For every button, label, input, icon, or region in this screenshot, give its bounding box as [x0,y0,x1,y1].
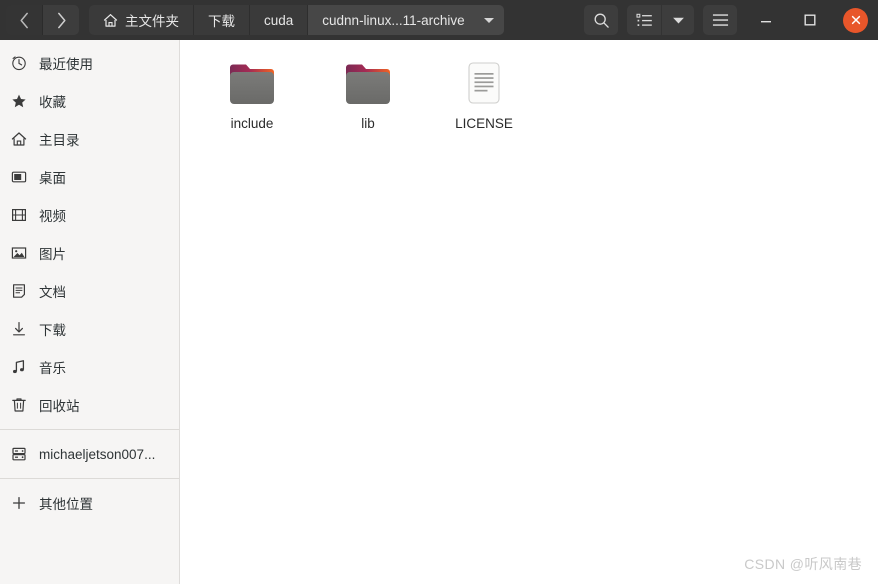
sidebar-item-documents[interactable]: 文档 [0,272,179,310]
file-view[interactable]: include lib LICENSE CSDN @听风南巷 [180,40,878,584]
minimize-icon [761,21,771,23]
forward-button[interactable] [43,5,79,35]
download-icon [10,320,28,338]
icon-grid: include lib LICENSE [180,40,878,139]
file-icon-wrap [342,56,394,110]
breadcrumb-item-current[interactable]: cudnn-linux...11-archive [308,5,504,35]
sidebar: 最近使用 收藏 主目录 桌面 视频 图片 文档 下载 音乐 回收站 michae… [0,40,180,584]
sidebar-item-other-locations[interactable]: 其他位置 [0,484,179,522]
plus-icon [10,494,28,512]
sidebar-item-label: 回收站 [39,399,80,414]
sidebar-item-recent[interactable]: 最近使用 [0,44,179,82]
navigation-button-group [6,5,79,35]
list-view-icon [635,13,652,26]
sidebar-item-trash[interactable]: 回收站 [0,386,179,424]
file-manager-window: 主文件夹 下载 cuda cudnn-linux...11-archive 最近… [0,0,878,584]
clock-icon [10,54,28,72]
view-mode-group [627,5,694,35]
chevron-right-icon [57,12,66,28]
main-menu-button[interactable] [703,5,737,35]
maximize-icon [804,14,816,26]
sidebar-item-desktop[interactable]: 桌面 [0,158,179,196]
sidebar-item-music[interactable]: 音乐 [0,348,179,386]
breadcrumb-label: cudnn-linux...11-archive [322,12,465,28]
text-file-icon [468,62,500,104]
file-item-lib[interactable]: lib [310,50,426,139]
sidebar-item-label: 收藏 [39,95,66,110]
sidebar-item-label: 其他位置 [39,497,93,512]
breadcrumb-label: 下载 [208,14,235,29]
file-name-label: LICENSE [455,116,513,131]
sidebar-item-home[interactable]: 主目录 [0,120,179,158]
breadcrumb-item-downloads[interactable]: 下载 [194,5,250,35]
star-icon [10,92,28,110]
file-item-include[interactable]: include [194,50,310,139]
file-name-label: include [230,116,274,131]
sidebar-item-device[interactable]: michaeljetson007... [0,435,179,473]
sidebar-item-label: 图片 [39,247,66,262]
window-body: 最近使用 收藏 主目录 桌面 视频 图片 文档 下载 音乐 回收站 michae… [0,40,878,584]
sidebar-divider [0,429,179,430]
film-icon [10,206,28,224]
sidebar-item-videos[interactable]: 视频 [0,196,179,234]
file-item-license[interactable]: LICENSE [426,50,542,139]
music-note-icon [10,358,28,376]
back-button[interactable] [6,5,43,35]
chevron-down-icon [672,17,684,24]
chevron-down-icon [483,17,494,23]
sidebar-item-label: 桌面 [39,171,66,186]
folder-icon [346,64,390,104]
trash-icon [10,396,28,414]
sidebar-item-pictures[interactable]: 图片 [0,234,179,272]
close-button[interactable] [843,7,868,33]
sidebar-divider [0,478,179,479]
hamburger-menu-icon [712,14,728,26]
home-icon [103,13,118,28]
sidebar-item-label: 最近使用 [39,57,93,72]
header-bar: 主文件夹 下载 cuda cudnn-linux...11-archive [0,0,878,40]
folder-icon [230,64,274,104]
sidebar-item-downloads[interactable]: 下载 [0,310,179,348]
sidebar-item-label: 下载 [39,323,66,338]
close-icon [851,15,860,25]
drive-icon [10,445,28,463]
breadcrumb-item-cuda[interactable]: cuda [250,5,309,35]
sidebar-item-label: 音乐 [39,361,66,376]
sidebar-item-label: 文档 [39,285,66,300]
breadcrumb: 主文件夹 下载 cuda cudnn-linux...11-archive [89,5,504,35]
breadcrumb-item-home[interactable]: 主文件夹 [89,5,194,35]
watermark: CSDN @听风南巷 [744,556,862,572]
document-icon [10,282,28,300]
view-list-button[interactable] [627,5,661,35]
sidebar-item-starred[interactable]: 收藏 [0,82,179,120]
minimize-button[interactable] [751,5,781,35]
desktop-icon [10,168,28,186]
file-name-label: lib [361,116,375,131]
sidebar-item-label: michaeljetson007... [39,446,156,462]
chevron-left-icon [19,12,28,28]
maximize-button[interactable] [795,5,825,35]
breadcrumb-label: cuda [264,12,294,28]
sidebar-item-label: 视频 [39,209,66,224]
home-icon [10,130,28,148]
search-button[interactable] [584,5,618,35]
image-icon [10,244,28,262]
file-icon-wrap [226,56,278,110]
file-icon-wrap [462,56,506,110]
breadcrumb-label: 主文件夹 [125,14,179,29]
view-options-button[interactable] [661,5,694,35]
search-icon [594,13,609,28]
sidebar-item-label: 主目录 [39,133,80,148]
